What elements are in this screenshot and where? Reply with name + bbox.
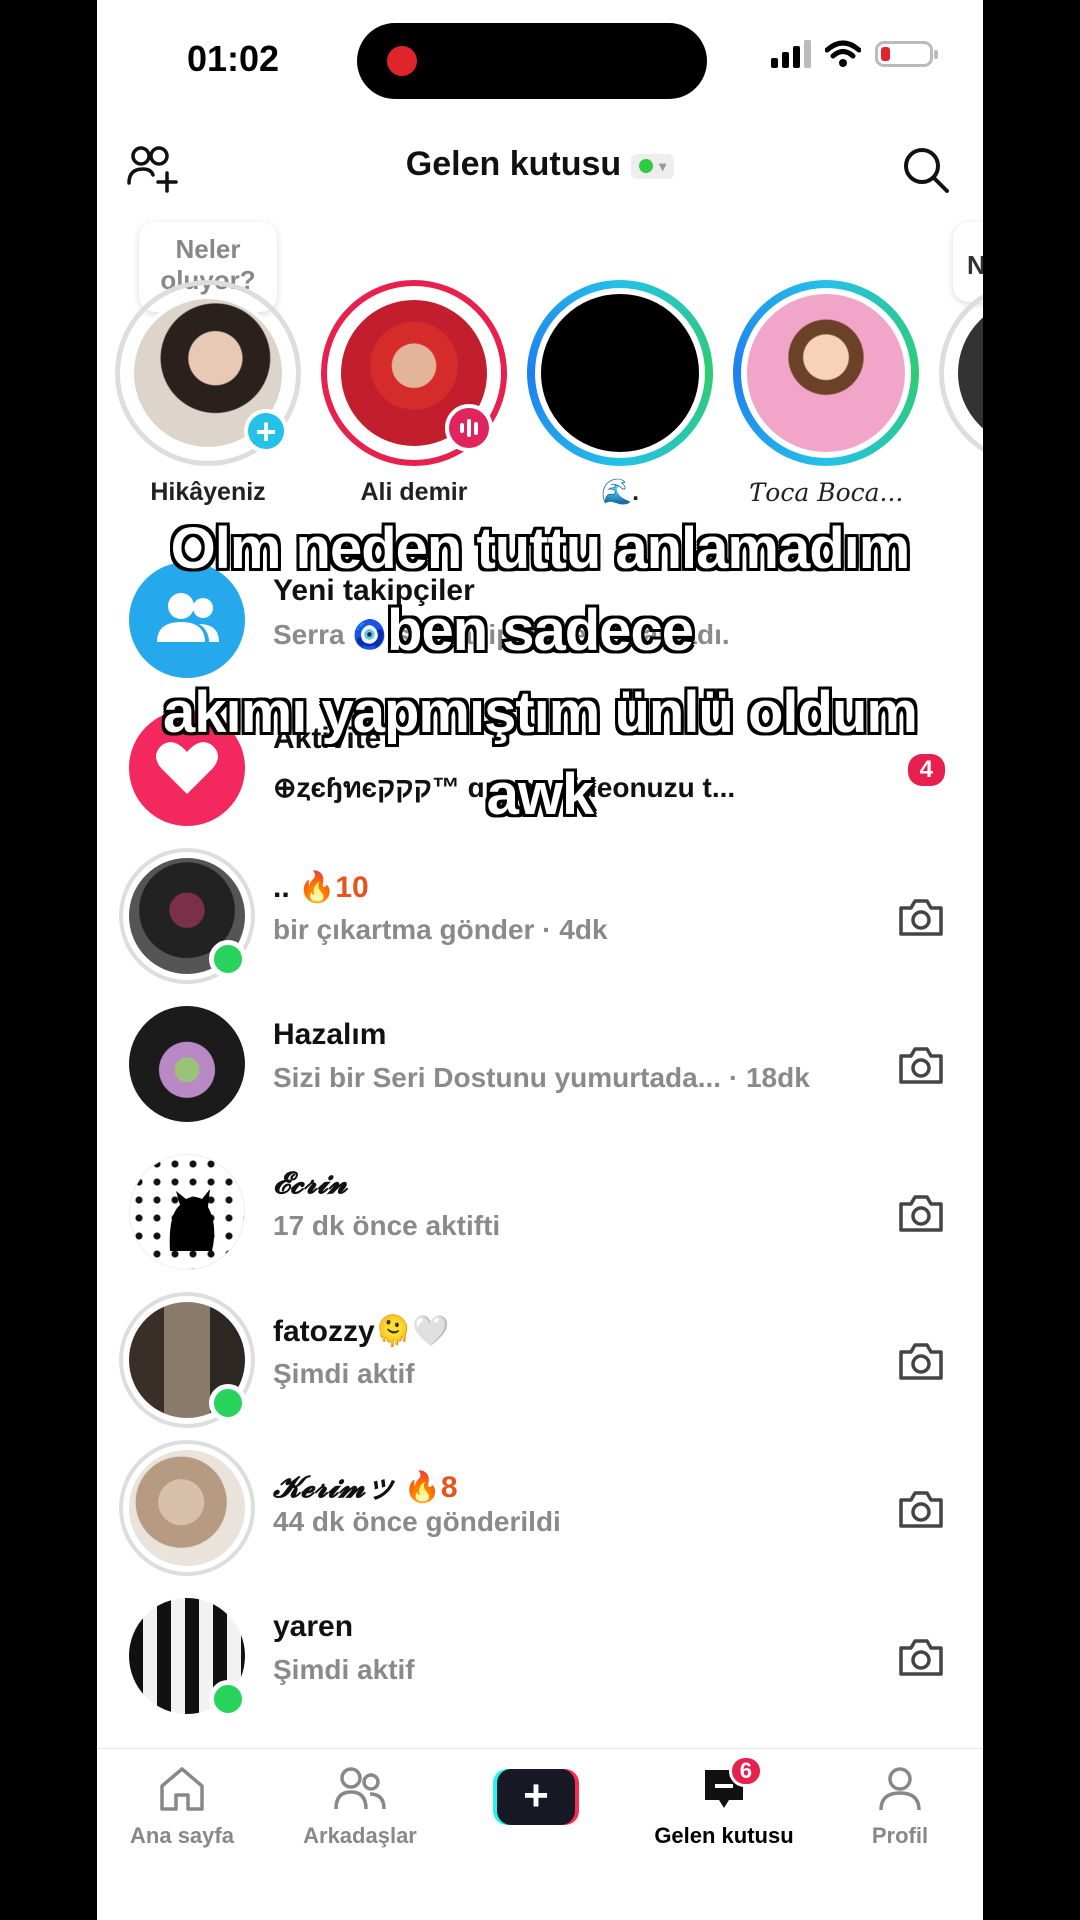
online-indicator [209,1384,247,1422]
avatar [535,288,705,458]
row-title: fatozzy🫠🤍 [273,1315,450,1348]
bottom-nav: Ana sayfa Arkadaşlar + 6 Gelen kutusu Pr… [97,1748,983,1920]
battery-icon [875,41,938,67]
story-name: Hikâyeniz [150,478,266,506]
row-title: Hazalım [273,1018,387,1051]
caption-line: awk [486,762,595,827]
caption-line: akımı yapmıştım ünlü oldum [163,680,918,745]
story-name: Ƭoca Boca... [748,478,904,507]
list-item-chat[interactable]: fatozzy🫠🤍 Şimdi aktif [129,1302,951,1432]
row-subtitle: Şimdi aktif [273,1654,415,1685]
search-icon[interactable] [901,145,951,195]
status-time: 01:02 [187,38,280,79]
row-title: yaren [273,1610,354,1643]
nav-inbox[interactable]: 6 Gelen kutusu [639,1755,809,1849]
story-ring [939,280,983,466]
avatar [954,295,983,451]
row-subtitle: bir çıkartma gönder · 4dk [273,914,608,945]
streak-badge: 🔥10 [298,871,369,904]
nav-profile[interactable]: Profil [815,1763,983,1849]
story-item[interactable]: 🌊. [525,280,715,507]
camera-icon[interactable] [897,1340,945,1382]
story-name: Ali demir [360,478,468,506]
live-icon [445,404,493,452]
avatar [129,1154,245,1270]
recording-dot [387,46,417,76]
row-subtitle: 17 dk önce aktifti [273,1210,501,1241]
streak-badge: 🔥8 [403,1471,458,1504]
row-title: 𝓚𝓮𝓻𝓲𝓶ッ 🔥8 [273,1470,458,1505]
camera-icon[interactable] [897,1192,945,1234]
camera-icon[interactable] [897,896,945,938]
caption-line: Olm neden tuttu anlamadım [170,516,911,581]
list-item-chat[interactable]: 𝓔𝓬𝓻𝓲𝓷 17 dk önce aktifti [129,1154,951,1284]
page-title[interactable]: Gelen kutusu ▾ [97,145,983,184]
row-title: 𝓔𝓬𝓻𝓲𝓷 [273,1166,348,1201]
row-title: .. 🔥10 [273,871,369,904]
dynamic-island [357,23,707,99]
camera-icon[interactable] [897,1488,945,1530]
story-item-yours[interactable]: + Hikâyeniz [113,280,303,507]
story-item-partial[interactable] [937,280,983,466]
online-indicator [209,940,247,978]
online-indicator [209,1680,247,1718]
story-ring: + [115,280,301,466]
story-item[interactable]: Ali demir [319,280,509,507]
story-ring [321,280,507,466]
cat-icon [169,1189,215,1251]
camera-icon[interactable] [897,1044,945,1086]
story-item[interactable]: Ƭoca Boca... [731,280,921,507]
home-icon [160,1767,204,1811]
status-icons [771,40,938,68]
avatar [129,1006,245,1122]
caption-line: ben sadece [387,598,694,663]
list-item-chat[interactable]: yaren Şimdi aktif [129,1598,951,1728]
video-caption-overlay: Olm neden tuttu anlamadım ben sadece akı… [97,508,983,836]
row-subtitle: 44 dk önce gönderildi [273,1506,561,1537]
create-button[interactable]: + [493,1769,579,1825]
story-ring [733,280,919,466]
nav-friends[interactable]: Arkadaşlar [275,1763,445,1849]
status-toggle[interactable]: ▾ [631,153,675,179]
friends-icon [334,1767,386,1810]
plus-icon: + [497,1769,575,1825]
add-story-icon[interactable]: + [244,409,288,453]
row-subtitle: Şimdi aktif [273,1358,415,1389]
list-item-chat[interactable]: Hazalım Sizi bir Seri Dostunu yumurtada.… [129,1006,951,1136]
signal-icon [771,40,811,68]
nav-home[interactable]: Ana sayfa [97,1763,267,1849]
avatar [129,1450,245,1566]
wifi-icon [825,40,861,67]
story-name: 🌊. [600,478,640,506]
row-subtitle: Sizi bir Seri Dostunu yumurtada... · 18d… [273,1062,810,1093]
list-item-chat[interactable]: .. 🔥10 bir çıkartma gönder · 4dk [129,858,951,988]
story-ring [527,280,713,466]
inbox-screen: 01:02 Gelen kutusu ▾ Neler oluyor? N + Hi… [97,0,983,1920]
camera-icon[interactable] [897,1636,945,1678]
profile-icon [879,1767,921,1811]
inbox-badge: 6 [728,1755,763,1787]
list-item-chat[interactable]: 𝓚𝓮𝓻𝓲𝓶ッ 🔥8 44 dk önce gönderildi [129,1450,951,1580]
avatar [741,288,911,458]
